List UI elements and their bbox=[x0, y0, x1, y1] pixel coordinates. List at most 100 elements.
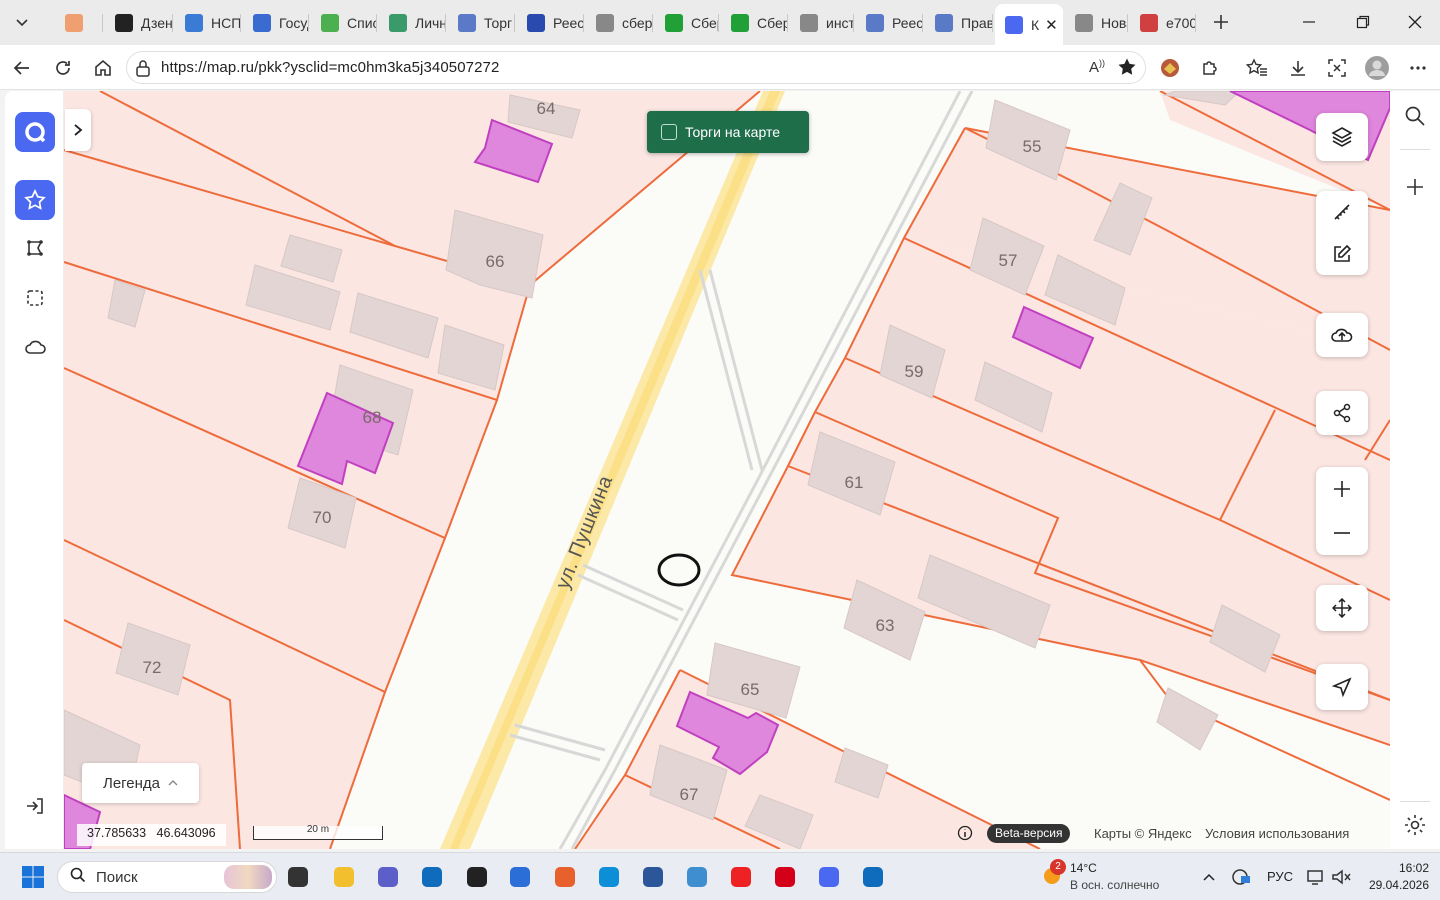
map-svg[interactable] bbox=[5, 91, 1390, 849]
share-icon[interactable] bbox=[1316, 391, 1368, 435]
teams-icon[interactable] bbox=[373, 862, 403, 892]
tab-title: Сбер bbox=[757, 15, 788, 31]
url-field[interactable]: https://map.ru/pkk?ysclid=mc0hm3ka5j3405… bbox=[126, 51, 1146, 84]
draw-tools-group bbox=[1316, 191, 1368, 275]
upload-button[interactable] bbox=[1316, 313, 1368, 357]
sidebar-add-icon[interactable] bbox=[1405, 177, 1425, 202]
lock-icon[interactable] bbox=[135, 59, 151, 82]
tab-favicon-icon bbox=[800, 14, 818, 32]
tray-volume-icon[interactable] bbox=[1326, 862, 1356, 892]
favorites-star-button[interactable] bbox=[15, 180, 55, 220]
move-arrows-icon[interactable] bbox=[1316, 585, 1368, 631]
maps-app-icon[interactable] bbox=[814, 862, 844, 892]
clock-date[interactable]: 29.04.2026 bbox=[1363, 878, 1429, 892]
screenshot-icon[interactable] bbox=[1321, 52, 1353, 84]
opera-icon[interactable] bbox=[770, 862, 800, 892]
favorites-icon[interactable] bbox=[1241, 52, 1273, 84]
home-button[interactable] bbox=[86, 51, 120, 85]
file-explorer-icon[interactable] bbox=[329, 862, 359, 892]
sidebar-search-icon[interactable] bbox=[1404, 105, 1426, 132]
firefox-icon[interactable] bbox=[550, 862, 580, 892]
extensions-puzzle-icon[interactable] bbox=[1194, 52, 1226, 84]
browser-tab[interactable]: Реест bbox=[517, 6, 584, 40]
browser-tab[interactable]: НСПД bbox=[175, 6, 241, 40]
onedrive-icon[interactable] bbox=[858, 862, 888, 892]
tab-title: Госуд bbox=[279, 15, 309, 31]
browser-tab[interactable]: сбер bbox=[586, 6, 653, 40]
browser-tab[interactable]: Нова bbox=[1065, 6, 1128, 40]
weather-icon[interactable]: 2 bbox=[1040, 859, 1068, 889]
clock-time[interactable]: 16:02 bbox=[1363, 861, 1429, 875]
cloud-upload-icon[interactable] bbox=[1316, 313, 1368, 357]
close-window-button[interactable] bbox=[1390, 0, 1440, 44]
expand-panel-button[interactable] bbox=[65, 109, 91, 151]
word-icon[interactable] bbox=[638, 862, 668, 892]
polygon-tool-icon[interactable] bbox=[15, 228, 55, 268]
taskbar-search-box[interactable]: Поиск bbox=[57, 861, 277, 893]
coordinates-readout: 37.785633 46.643096 bbox=[77, 824, 226, 846]
outlook-icon[interactable] bbox=[417, 862, 447, 892]
new-tab-button[interactable] bbox=[1196, 0, 1246, 44]
browser-tab[interactable]: Сбер bbox=[655, 6, 719, 40]
browser-tab[interactable]: Реес bbox=[856, 6, 923, 40]
tab-favicon-icon bbox=[115, 14, 133, 32]
ruler-icon[interactable] bbox=[1316, 191, 1368, 233]
edit-icon[interactable] bbox=[1316, 233, 1368, 275]
house-number-label: 64 bbox=[536, 99, 556, 118]
browser-tab[interactable]: инст bbox=[790, 6, 854, 40]
task-view-icon[interactable] bbox=[283, 862, 313, 892]
geolocation-button[interactable] bbox=[1316, 664, 1368, 710]
dell-icon[interactable] bbox=[462, 862, 492, 892]
browser-tab[interactable] bbox=[55, 6, 103, 40]
select-area-icon[interactable] bbox=[15, 278, 55, 318]
windows-taskbar: Поиск 2 14°C В осн. солнечно РУС 16:02 2… bbox=[0, 852, 1440, 900]
map-canvas[interactable]: 64 66 68 70 72 55 57 59 61 63 65 67 ул. Пушкина Тор… bbox=[5, 91, 1390, 849]
favorite-star-icon[interactable] bbox=[1117, 57, 1137, 82]
language-indicator[interactable]: РУС bbox=[1267, 869, 1293, 884]
torgi-checkbox[interactable] bbox=[661, 124, 677, 140]
yandex-icon[interactable] bbox=[726, 862, 756, 892]
read-aloud-icon[interactable]: A)) bbox=[1089, 58, 1105, 76]
browser-tab[interactable]: Спис bbox=[311, 6, 377, 40]
tab-active[interactable]: К ✕ bbox=[995, 4, 1063, 45]
share-button[interactable] bbox=[1316, 391, 1368, 435]
browser-tab[interactable]: Торг bbox=[448, 6, 515, 40]
pan-button[interactable] bbox=[1316, 585, 1368, 631]
browser-tab[interactable]: Сбер bbox=[721, 6, 788, 40]
more-menu-icon[interactable] bbox=[1402, 52, 1434, 84]
tab-title: Личн bbox=[415, 15, 446, 31]
profile-avatar[interactable] bbox=[1361, 52, 1393, 84]
minimize-button[interactable] bbox=[1284, 0, 1334, 44]
browser-tab[interactable]: е700 bbox=[1130, 6, 1196, 40]
layers-button[interactable] bbox=[1316, 113, 1368, 161]
zoom-in-button[interactable] bbox=[1316, 467, 1368, 511]
login-icon[interactable] bbox=[15, 786, 55, 826]
windows-start-icon[interactable] bbox=[18, 862, 48, 892]
back-button[interactable] bbox=[5, 51, 39, 85]
sidebar-settings-icon[interactable] bbox=[1403, 813, 1427, 842]
maximize-button[interactable] bbox=[1338, 0, 1388, 44]
cloud-icon[interactable] bbox=[15, 327, 55, 367]
terms-link[interactable]: Условия использования bbox=[1205, 826, 1349, 841]
torgi-toggle-button[interactable]: Торги на карте bbox=[647, 111, 809, 153]
navigation-arrow-icon[interactable] bbox=[1316, 664, 1368, 710]
control-panel-icon[interactable] bbox=[682, 862, 712, 892]
tab-actions-chevron-icon[interactable] bbox=[0, 0, 44, 44]
store-icon[interactable] bbox=[505, 862, 535, 892]
browser-tab[interactable]: Дзен bbox=[105, 6, 173, 40]
close-tab-icon[interactable]: ✕ bbox=[1045, 16, 1058, 34]
tray-network-app-icon[interactable] bbox=[1226, 862, 1256, 892]
app-logo-icon[interactable] bbox=[15, 112, 55, 152]
browser-tab[interactable]: Личн bbox=[379, 6, 446, 40]
layers-icon[interactable] bbox=[1316, 113, 1368, 161]
extension-avatar-icon[interactable] bbox=[1154, 52, 1186, 84]
zoom-out-button[interactable] bbox=[1316, 511, 1368, 555]
downloads-icon[interactable] bbox=[1282, 52, 1314, 84]
info-icon[interactable] bbox=[957, 825, 974, 842]
browser-tab[interactable]: Прав bbox=[925, 6, 993, 40]
legend-button[interactable]: Легенда bbox=[82, 763, 199, 803]
edge-icon[interactable] bbox=[594, 862, 624, 892]
browser-tab[interactable]: Госуд bbox=[243, 6, 309, 40]
tray-chevron-up-icon[interactable] bbox=[1194, 862, 1224, 892]
refresh-button[interactable] bbox=[46, 51, 80, 85]
